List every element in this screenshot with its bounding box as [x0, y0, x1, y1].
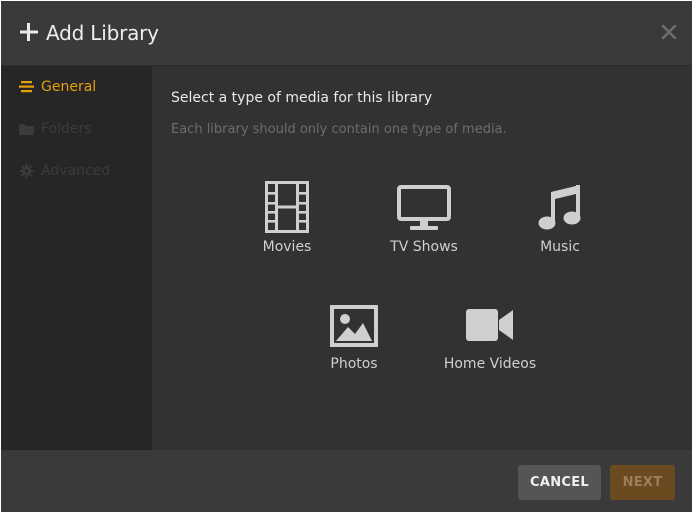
sidebar-item-advanced[interactable]: Advanced: [1, 154, 152, 188]
media-type-home-videos[interactable]: Home Videos: [435, 183, 545, 372]
cancel-button[interactable]: CANCEL: [518, 465, 601, 500]
media-type-panel: Select a type of media for this library …: [152, 66, 692, 450]
dialog-footer: CANCEL NEXT: [1, 450, 692, 512]
folder-icon: [19, 124, 34, 135]
media-type-tv-shows[interactable]: TV Shows: [369, 66, 479, 255]
sidebar-item-label: Folders: [41, 121, 92, 137]
close-icon[interactable]: [660, 23, 678, 41]
dialog-header: Add Library: [1, 1, 692, 66]
sidebar: General Folders Advanced: [1, 66, 152, 450]
sidebar-item-label: Advanced: [41, 163, 111, 179]
add-library-dialog: Add Library General Folders Advanced Sel…: [1, 1, 692, 512]
plus-icon: [20, 23, 38, 41]
media-type-music[interactable]: Music: [505, 66, 615, 255]
media-type-movies[interactable]: Movies: [232, 66, 342, 255]
media-type-label: Photos: [330, 356, 378, 372]
list-icon: [19, 81, 34, 93]
sidebar-item-folders[interactable]: Folders: [1, 112, 152, 146]
sidebar-item-general[interactable]: General: [1, 70, 152, 104]
photo-icon: [330, 305, 378, 347]
video-camera-icon: [466, 309, 513, 341]
media-type-label: Home Videos: [443, 356, 537, 372]
gear-icon: [19, 164, 34, 178]
next-button[interactable]: NEXT: [610, 465, 675, 500]
dialog-title: Add Library: [46, 21, 159, 45]
sidebar-item-label: General: [41, 79, 97, 95]
media-type-photos[interactable]: Photos: [299, 183, 409, 372]
